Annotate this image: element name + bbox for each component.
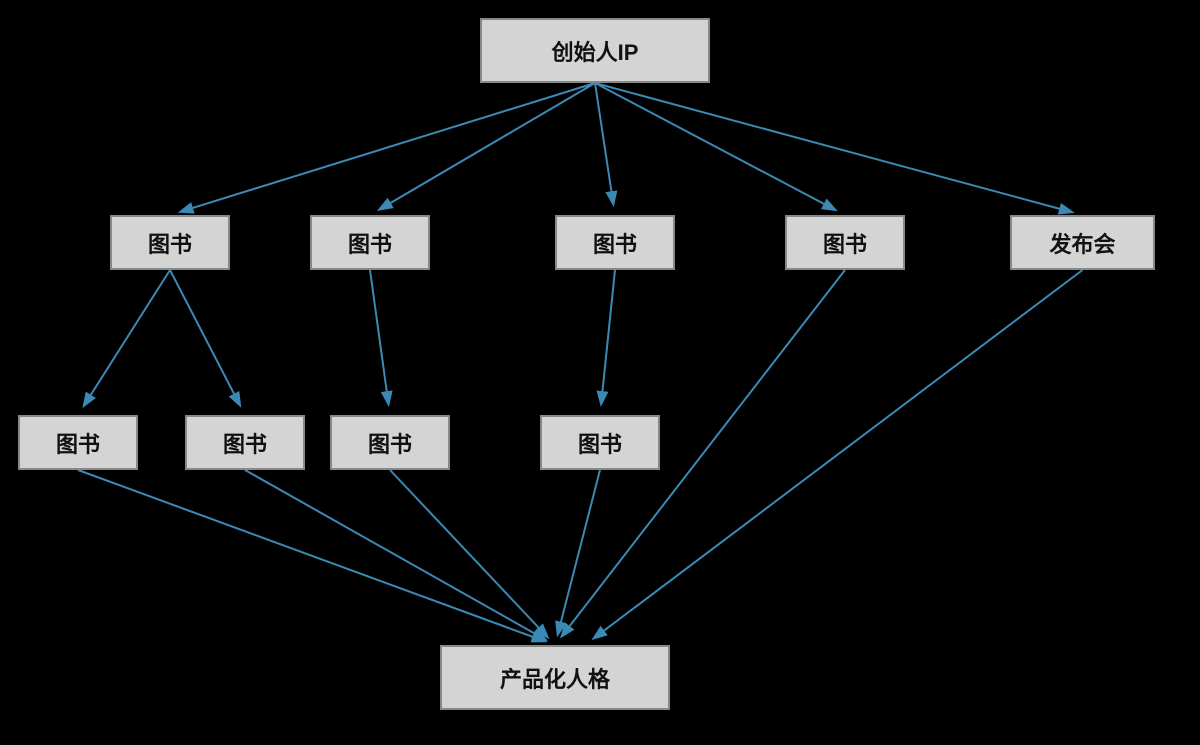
root-label: 创始人IP — [552, 35, 639, 67]
n5-node: 发布会 — [1010, 215, 1155, 270]
n6-label: 图书 — [56, 427, 100, 459]
n9-label: 图书 — [578, 427, 622, 459]
n7-node: 图书 — [185, 415, 305, 470]
n6-node: 图书 — [18, 415, 138, 470]
bottom-label: 产品化人格 — [500, 662, 610, 694]
n3-node: 图书 — [555, 215, 675, 270]
n1-node: 图书 — [110, 215, 230, 270]
n5-label: 发布会 — [1049, 227, 1115, 259]
n1-label: 图书 — [148, 227, 192, 259]
n8-node: 图书 — [330, 415, 450, 470]
n2-label: 图书 — [348, 227, 392, 259]
n4-label: 图书 — [823, 227, 867, 259]
n8-label: 图书 — [368, 427, 412, 459]
n2-node: 图书 — [310, 215, 430, 270]
bottom-node: 产品化人格 — [440, 645, 670, 710]
root-node: 创始人IP — [480, 18, 710, 83]
n7-label: 图书 — [223, 427, 267, 459]
n4-node: 图书 — [785, 215, 905, 270]
n9-node: 图书 — [540, 415, 660, 470]
n3-label: 图书 — [593, 227, 637, 259]
